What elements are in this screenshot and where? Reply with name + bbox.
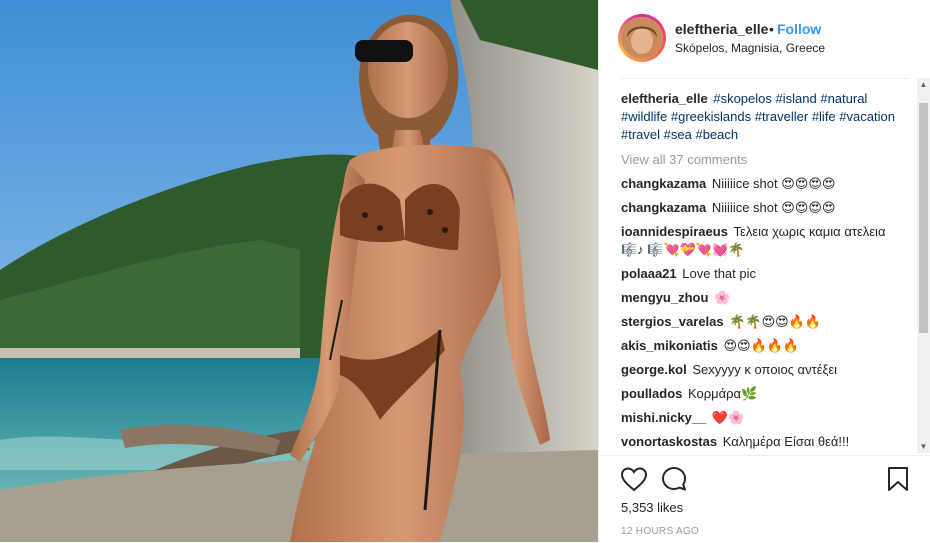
comment-text: Καλημέρα Είσαι θεά!!! bbox=[722, 434, 850, 449]
comments-scrollbar[interactable]: ▲ ▼ bbox=[917, 78, 930, 453]
hashtag[interactable]: #island bbox=[776, 91, 817, 106]
likes-count[interactable]: 5,353 likes bbox=[621, 500, 683, 515]
post-username[interactable]: eleftheria_elle bbox=[675, 21, 768, 37]
avatar-story-ring[interactable] bbox=[618, 14, 666, 62]
comment-text: ❤️🌸 bbox=[711, 410, 745, 425]
hashtag[interactable]: #traveller bbox=[755, 109, 808, 124]
separator-dot: • bbox=[769, 21, 774, 37]
post-photo[interactable] bbox=[0, 0, 598, 542]
comment-text: 🌸 bbox=[714, 290, 731, 305]
header-divider bbox=[621, 78, 909, 79]
hashtag[interactable]: #sea bbox=[664, 127, 692, 142]
avatar-image bbox=[621, 17, 663, 59]
comment-username[interactable]: ioannidespiraeus bbox=[621, 224, 728, 239]
post-side-panel: eleftheria_elle • Follow Skópelos, Magni… bbox=[598, 0, 930, 542]
hashtag[interactable]: #vacation bbox=[839, 109, 895, 124]
view-all-comments-link[interactable]: View all 37 comments bbox=[621, 151, 911, 169]
comment-username[interactable]: akis_mikoniatis bbox=[621, 338, 718, 353]
comment-username[interactable]: mishi.nicky__ bbox=[621, 410, 706, 425]
hashtag[interactable]: #life bbox=[812, 109, 836, 124]
scrollbar-thumb[interactable] bbox=[919, 103, 928, 333]
comment-item: poullados Κορμάρα🌿 bbox=[621, 385, 911, 403]
post-timestamp: 12 HOURS AGO bbox=[621, 526, 700, 537]
instagram-post: eleftheria_elle • Follow Skópelos, Magni… bbox=[0, 0, 930, 542]
comment-username[interactable]: polaaa21 bbox=[621, 266, 677, 281]
comment-text: Niiiiice shot 😍😍😍😍 bbox=[711, 200, 836, 215]
hashtag[interactable]: #wildlife bbox=[621, 109, 667, 124]
comment-item: george.kol Sexyyyy κ οποιος αντέξει bbox=[621, 361, 911, 379]
comment-text: 🌴🌴😍😍🔥🔥 bbox=[729, 314, 822, 329]
comment-item: changkazama Niiiiice shot 😍😍😍😍 bbox=[621, 175, 911, 193]
comment-item: mengyu_zhou 🌸 bbox=[621, 289, 911, 307]
comment-username[interactable]: poullados bbox=[621, 386, 682, 401]
comment-item: stergios_varelas 🌴🌴😍😍🔥🔥 bbox=[621, 313, 911, 331]
comment-text: Sexyyyy κ οποιος αντέξει bbox=[692, 362, 838, 377]
comment-item: ioannidespiraeus Τελεια χωρις καμια ατελ… bbox=[621, 223, 911, 259]
hashtag[interactable]: #skopelos bbox=[713, 91, 772, 106]
comments-list[interactable]: eleftheria_elle #skopelos #island #natur… bbox=[621, 90, 911, 460]
comment-text: 😍😍🔥🔥🔥 bbox=[723, 338, 800, 353]
bookmark-icon[interactable] bbox=[883, 464, 913, 494]
comment-username[interactable]: changkazama bbox=[621, 200, 706, 215]
comment-item: polaaa21 Love that pic bbox=[621, 265, 911, 283]
comment-item: mishi.nicky__ ❤️🌸 bbox=[621, 409, 911, 427]
comment-item: akis_mikoniatis 😍😍🔥🔥🔥 bbox=[621, 337, 911, 355]
follow-button[interactable]: Follow bbox=[777, 21, 821, 37]
scroll-up-arrow-icon[interactable]: ▲ bbox=[917, 78, 930, 91]
comment-text: Niiiiice shot 😍😍😍😍 bbox=[711, 176, 836, 191]
comment-item: changkazama Niiiiice shot 😍😍😍😍 bbox=[621, 199, 911, 217]
hashtag[interactable]: #travel bbox=[621, 127, 660, 142]
scroll-down-arrow-icon[interactable]: ▼ bbox=[917, 440, 930, 453]
comment-username[interactable]: changkazama bbox=[621, 176, 706, 191]
comment-item: vonortaskostas Καλημέρα Είσαι θεά!!! bbox=[621, 433, 911, 451]
caption-username[interactable]: eleftheria_elle bbox=[621, 91, 708, 106]
comment-username[interactable]: stergios_varelas bbox=[621, 314, 724, 329]
beach-photo bbox=[0, 0, 598, 542]
hashtag[interactable]: #beach bbox=[695, 127, 738, 142]
post-header: eleftheria_elle • Follow Skópelos, Magni… bbox=[599, 0, 930, 78]
comment-username[interactable]: vonortaskostas bbox=[621, 434, 717, 449]
comment-icon[interactable] bbox=[659, 464, 689, 494]
post-actions: 5,353 likes 12 HOURS AGO bbox=[599, 455, 930, 543]
comment-username[interactable]: mengyu_zhou bbox=[621, 290, 708, 305]
avatar[interactable] bbox=[621, 17, 663, 59]
post-caption: eleftheria_elle #skopelos #island #natur… bbox=[621, 90, 911, 144]
hashtag[interactable]: #natural bbox=[820, 91, 867, 106]
comment-text: Love that pic bbox=[682, 266, 756, 281]
post-location[interactable]: Skópelos, Magnisia, Greece bbox=[675, 41, 825, 55]
hashtag[interactable]: #greekislands bbox=[671, 109, 751, 124]
comment-username[interactable]: george.kol bbox=[621, 362, 687, 377]
comment-text: Κορμάρα🌿 bbox=[688, 386, 758, 401]
heart-icon[interactable] bbox=[619, 464, 649, 494]
